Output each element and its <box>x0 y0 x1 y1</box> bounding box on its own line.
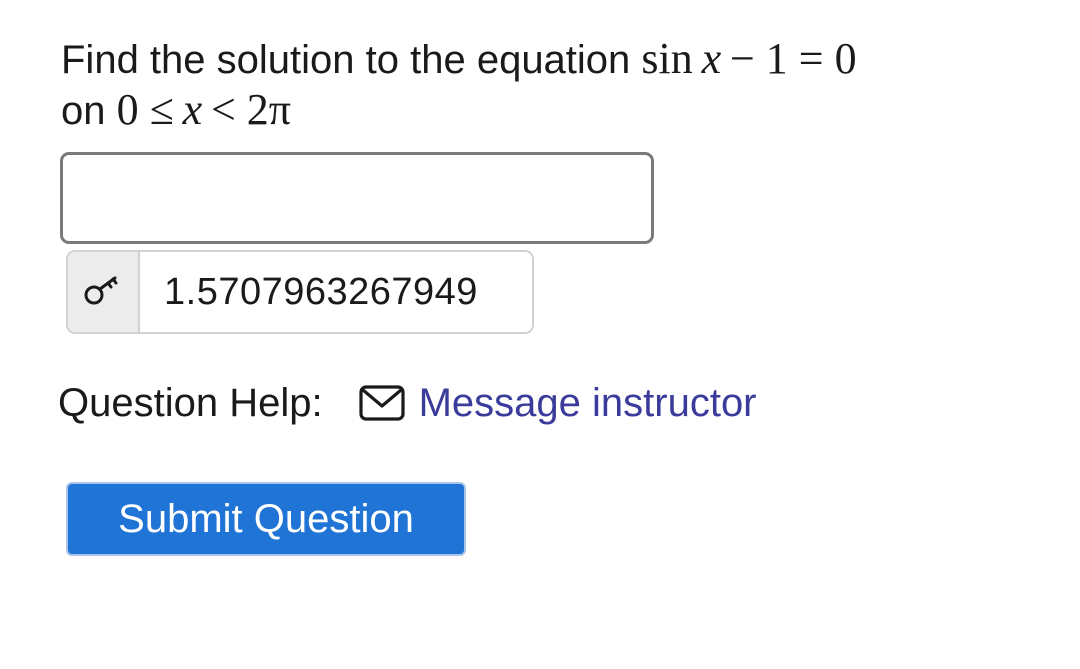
equation: sin x − 1 = 0 <box>641 34 856 83</box>
equation-func: sin <box>641 34 693 83</box>
answer-input[interactable] <box>60 152 654 244</box>
equation-rest: − 1 = 0 <box>729 34 857 83</box>
interval-var: x <box>182 85 203 134</box>
question-text: Find the solution to the equation sin x … <box>61 34 1041 136</box>
key-icon-box <box>68 252 140 332</box>
question-line-1: Find the solution to the equation sin x … <box>61 34 1041 85</box>
interval-prefix: on <box>61 89 106 133</box>
answer-key-value: 1.5707963267949 <box>164 270 478 313</box>
interval: 0 ≤ x < 2π <box>117 85 291 134</box>
answer-key: 1.5707963267949 <box>66 250 534 334</box>
message-instructor-label: Message instructor <box>418 381 757 425</box>
interval-lower: 0 ≤ <box>116 85 174 134</box>
question-line-2: on 0 ≤ x < 2π <box>61 85 1041 136</box>
question-help: Question Help: Message instructor <box>58 378 757 428</box>
question-prefix: Find the solution to the equation <box>61 38 631 82</box>
message-instructor-link[interactable]: Message instructor <box>358 378 757 428</box>
equation-var: x <box>701 34 722 83</box>
key-icon <box>83 273 123 312</box>
interval-upper: < 2π <box>210 85 291 134</box>
mail-icon <box>358 385 405 421</box>
question-help-label: Question Help: <box>58 381 323 425</box>
submit-question-button[interactable]: Submit Question <box>66 482 466 556</box>
